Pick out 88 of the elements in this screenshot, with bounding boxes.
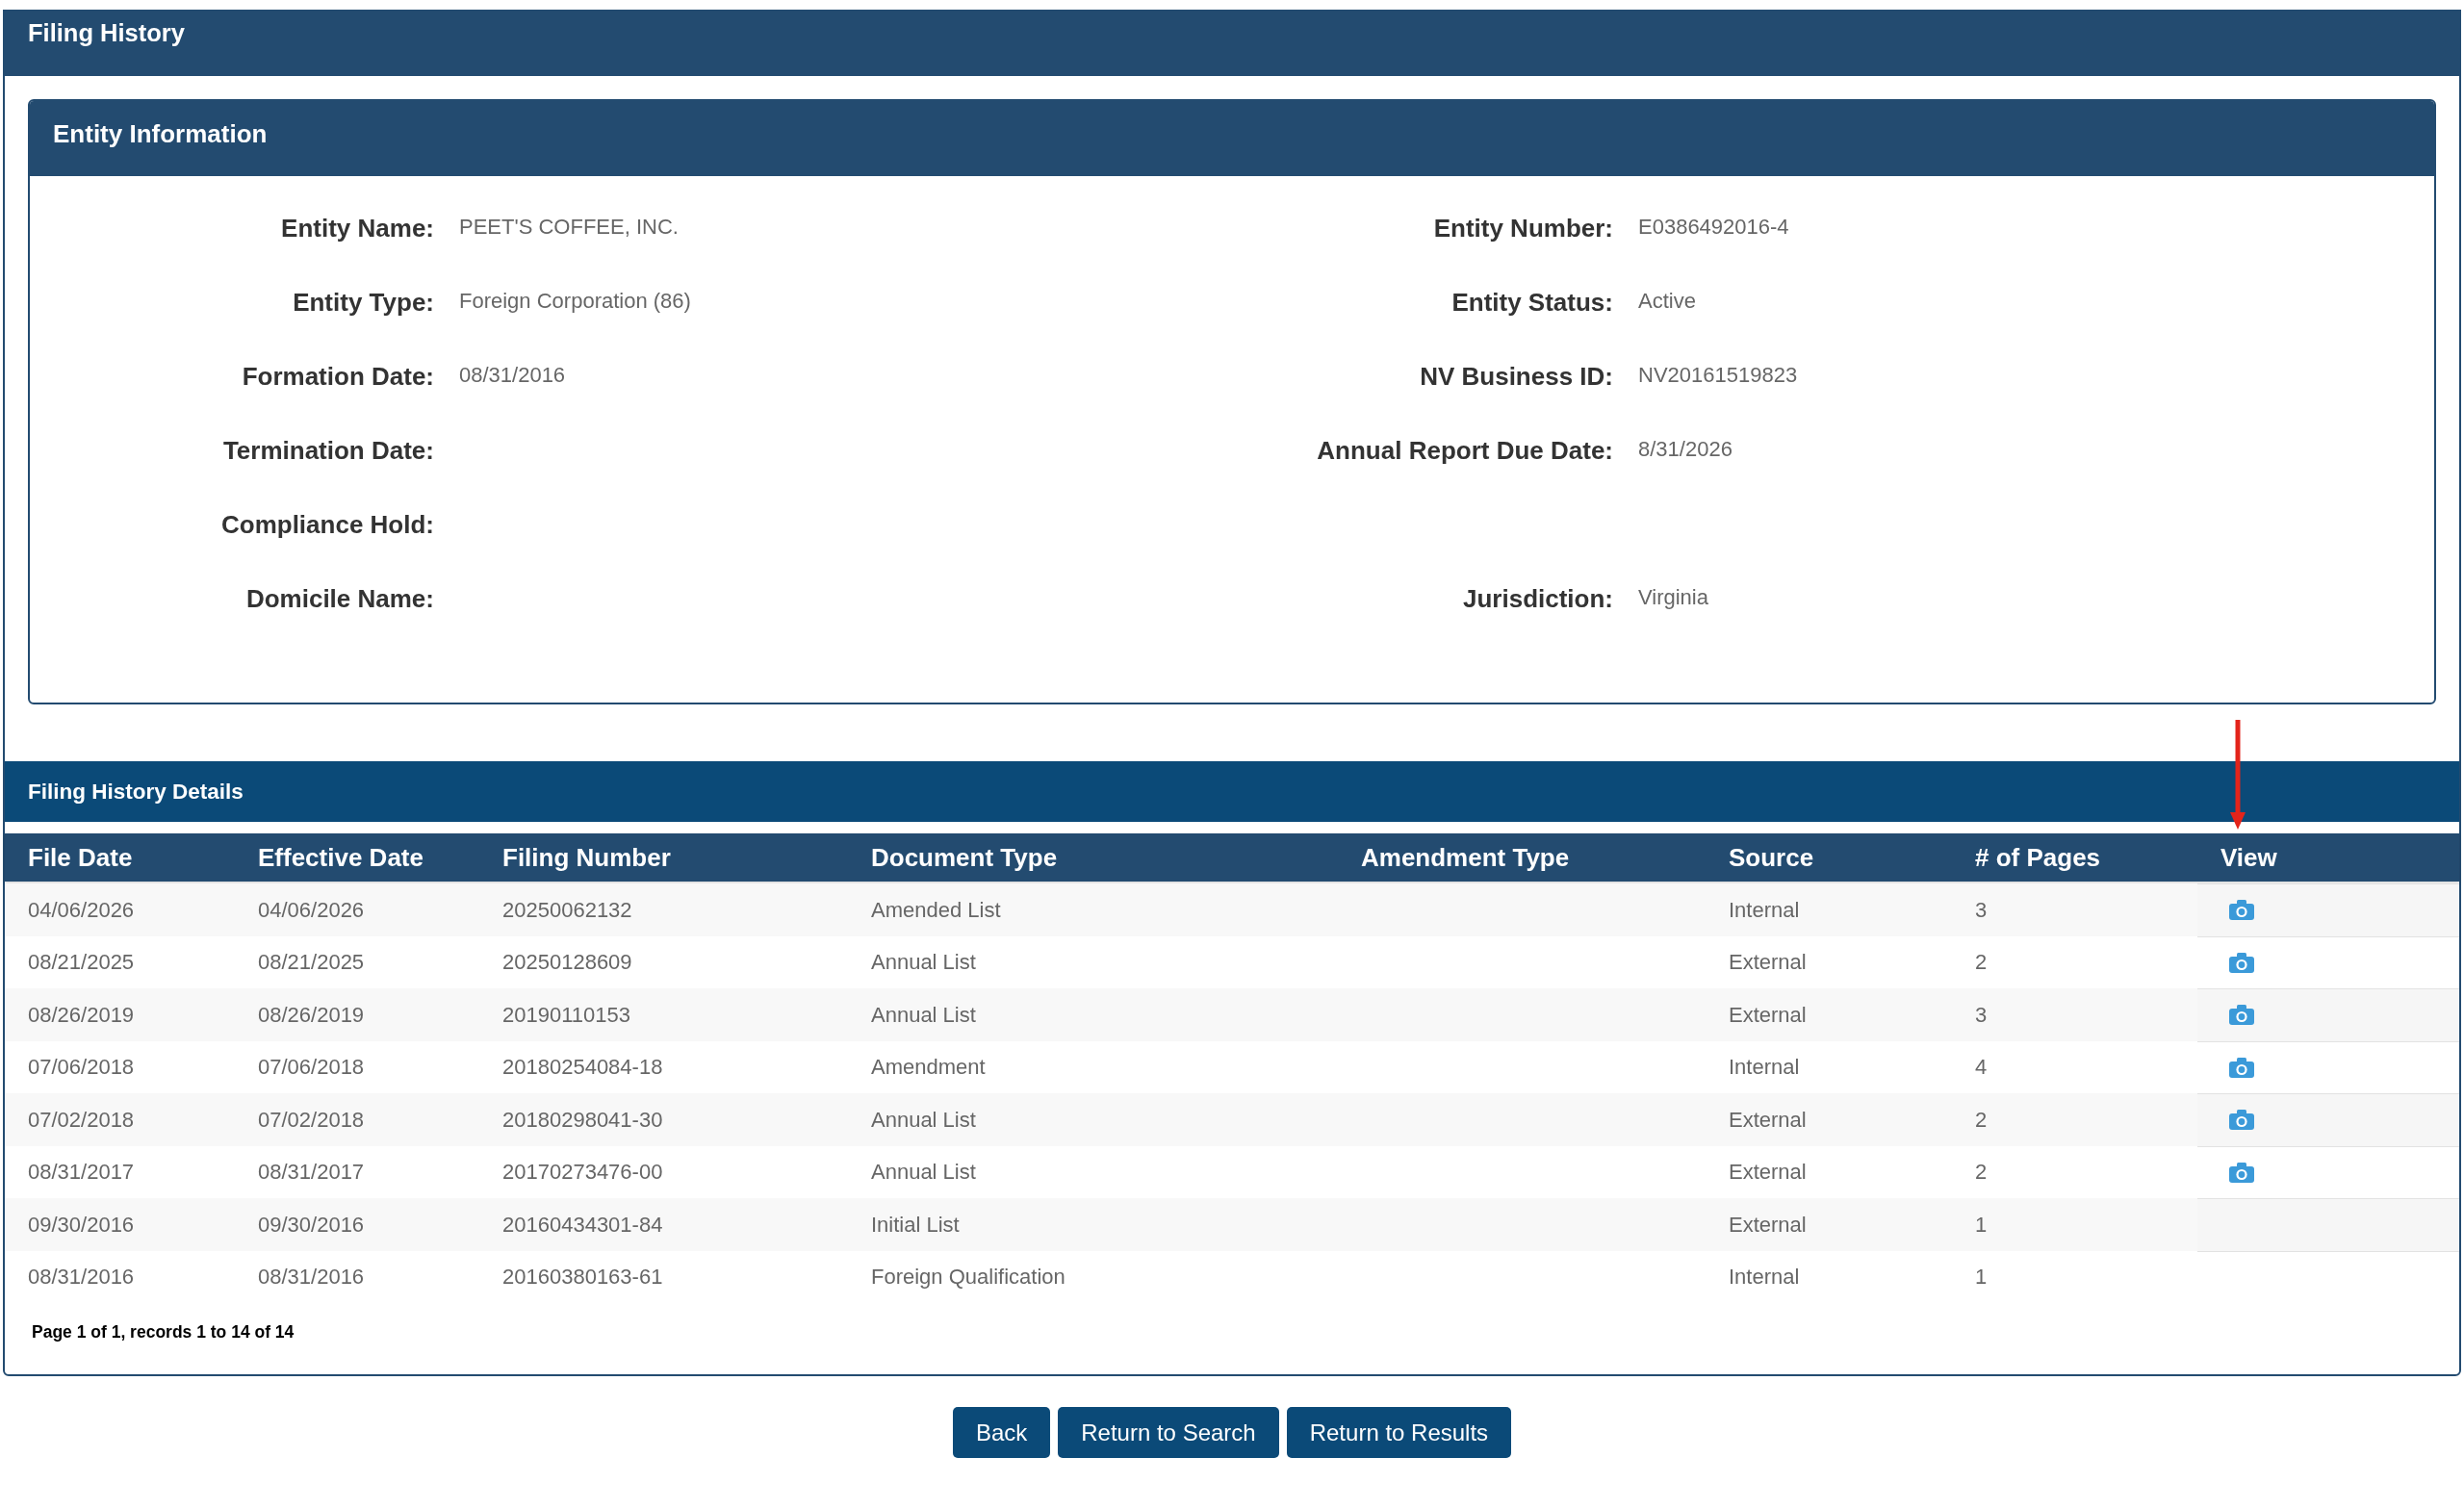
- column-header: Filing Number: [502, 842, 671, 872]
- table-cell-text: 2: [1975, 1106, 1988, 1134]
- table-cell-text: Internal: [1729, 1264, 1800, 1292]
- field-label: Entity Status:: [1451, 287, 1613, 317]
- table-cell-text: 08/21/2025: [258, 949, 365, 977]
- table-cell-text: External: [1729, 1211, 1807, 1239]
- nav-button[interactable]: Return to Results: [1286, 1407, 1512, 1458]
- column-header: Document Type: [871, 842, 1058, 872]
- field-label: Termination Date:: [222, 435, 434, 465]
- table-cell-text: Initial List: [871, 1211, 960, 1239]
- table-cell-text: External: [1729, 949, 1807, 977]
- table-cell-text: 08/26/2019: [28, 1001, 135, 1029]
- table-cell-text: External: [1729, 1001, 1807, 1029]
- table-cell-text: 3: [1975, 896, 1988, 924]
- table-cell-text: 08/31/2017: [258, 1159, 365, 1187]
- field-label: Formation Date:: [242, 361, 434, 391]
- table-cell-text: Annual List: [871, 949, 976, 977]
- table-cell-text: Annual List: [871, 1159, 976, 1187]
- table-cell-text: 09/30/2016: [258, 1211, 365, 1239]
- camera-icon[interactable]: [2229, 1005, 2254, 1026]
- field-value: E0386492016-4: [1638, 214, 1789, 239]
- field-value: Active: [1638, 288, 1696, 313]
- table-cell-text: 20160434301-84: [502, 1211, 663, 1239]
- field-label: Annual Report Due Date:: [1317, 435, 1613, 465]
- camera-icon[interactable]: [2229, 1057, 2254, 1078]
- column-header: File Date: [28, 842, 133, 872]
- nav-button[interactable]: Return to Search: [1058, 1407, 1279, 1458]
- card-title: Entity Information: [53, 119, 268, 148]
- camera-icon[interactable]: [2229, 900, 2254, 921]
- table-cell-text: 08/31/2016: [258, 1264, 365, 1292]
- field-value: NV20161519823: [1638, 362, 1798, 387]
- field-label: Domicile Name:: [245, 583, 434, 613]
- table-cell-text: 1: [1975, 1211, 1988, 1239]
- table-cell-text: 20250128609: [502, 949, 632, 977]
- table-cell-text: 04/06/2026: [258, 896, 365, 924]
- table-cell-text: 2: [1975, 949, 1988, 977]
- camera-icon[interactable]: [2229, 1162, 2254, 1183]
- column-header: Effective Date: [258, 842, 424, 872]
- table-cell-text: Internal: [1729, 1054, 1800, 1082]
- column-header: Amendment Type: [1361, 842, 1570, 872]
- table-cell-text: Annual List: [871, 1001, 976, 1029]
- table-cell-text: 3: [1975, 1001, 1988, 1029]
- table-cell-text: 20160380163-61: [502, 1264, 663, 1292]
- field-label: Entity Name:: [281, 213, 434, 243]
- table-cell-text: Annual List: [871, 1106, 976, 1134]
- table-cell-text: 20190110153: [502, 1001, 630, 1029]
- table-cell-text: 1: [1975, 1264, 1988, 1292]
- field-label: Jurisdiction:: [1463, 583, 1613, 613]
- table-cell-text: 08/31/2016: [28, 1264, 135, 1292]
- page-title: Filing History: [28, 18, 185, 47]
- table-cell-text: 08/21/2025: [28, 949, 135, 977]
- table-cell-text: 20250062132: [502, 896, 632, 924]
- table-cell-text: 20180254084-18: [502, 1054, 663, 1082]
- camera-icon[interactable]: [2229, 1110, 2254, 1131]
- table-cell-text: 08/26/2019: [258, 1001, 365, 1029]
- table-cell-text: 09/30/2016: [28, 1211, 135, 1239]
- field-value: PEET'S COFFEE, INC.: [459, 214, 679, 239]
- column-header: # of Pages: [1975, 842, 2101, 872]
- field-value: 08/31/2016: [459, 362, 566, 387]
- table-cell-text: 20180298041-30: [502, 1106, 663, 1134]
- field-value: Virginia: [1638, 584, 1708, 609]
- table-cell-text: 4: [1975, 1054, 1988, 1082]
- field-label: NV Business ID:: [1420, 361, 1613, 391]
- table-cell-text: External: [1729, 1159, 1807, 1187]
- table-cell-text: Foreign Qualification: [871, 1264, 1065, 1292]
- field-value: 8/31/2026: [1638, 436, 1732, 461]
- camera-icon[interactable]: [2229, 952, 2254, 973]
- column-header: View: [2220, 842, 2277, 872]
- field-label: Entity Type:: [293, 287, 434, 317]
- table-cell-text: 07/02/2018: [258, 1106, 365, 1134]
- nav-button[interactable]: Back: [952, 1407, 1051, 1458]
- table-cell-text: 04/06/2026: [28, 896, 135, 924]
- table-cell-text: 20170273476-00: [502, 1159, 663, 1187]
- table-cell-text: 08/31/2017: [28, 1159, 135, 1187]
- field-label: Compliance Hold:: [221, 509, 434, 539]
- pagination-text: Page 1 of 1, records 1 to 14 of 14: [32, 1322, 295, 1342]
- table-cell-text: 07/06/2018: [258, 1054, 365, 1082]
- field-value: Foreign Corporation (86): [459, 288, 691, 313]
- table-cell-text: 07/06/2018: [28, 1054, 135, 1082]
- table-cell-text: Amended List: [871, 896, 1001, 924]
- table-cell-text: Amendment: [871, 1054, 986, 1082]
- column-header: Source: [1729, 842, 1814, 872]
- table-cell-text: Internal: [1729, 896, 1800, 924]
- section-title: Filing History Details: [28, 779, 244, 805]
- field-label: Entity Number:: [1433, 213, 1613, 243]
- table-cell-text: 2: [1975, 1159, 1988, 1187]
- table-cell-text: 07/02/2018: [28, 1106, 135, 1134]
- table-cell-text: External: [1729, 1106, 1807, 1134]
